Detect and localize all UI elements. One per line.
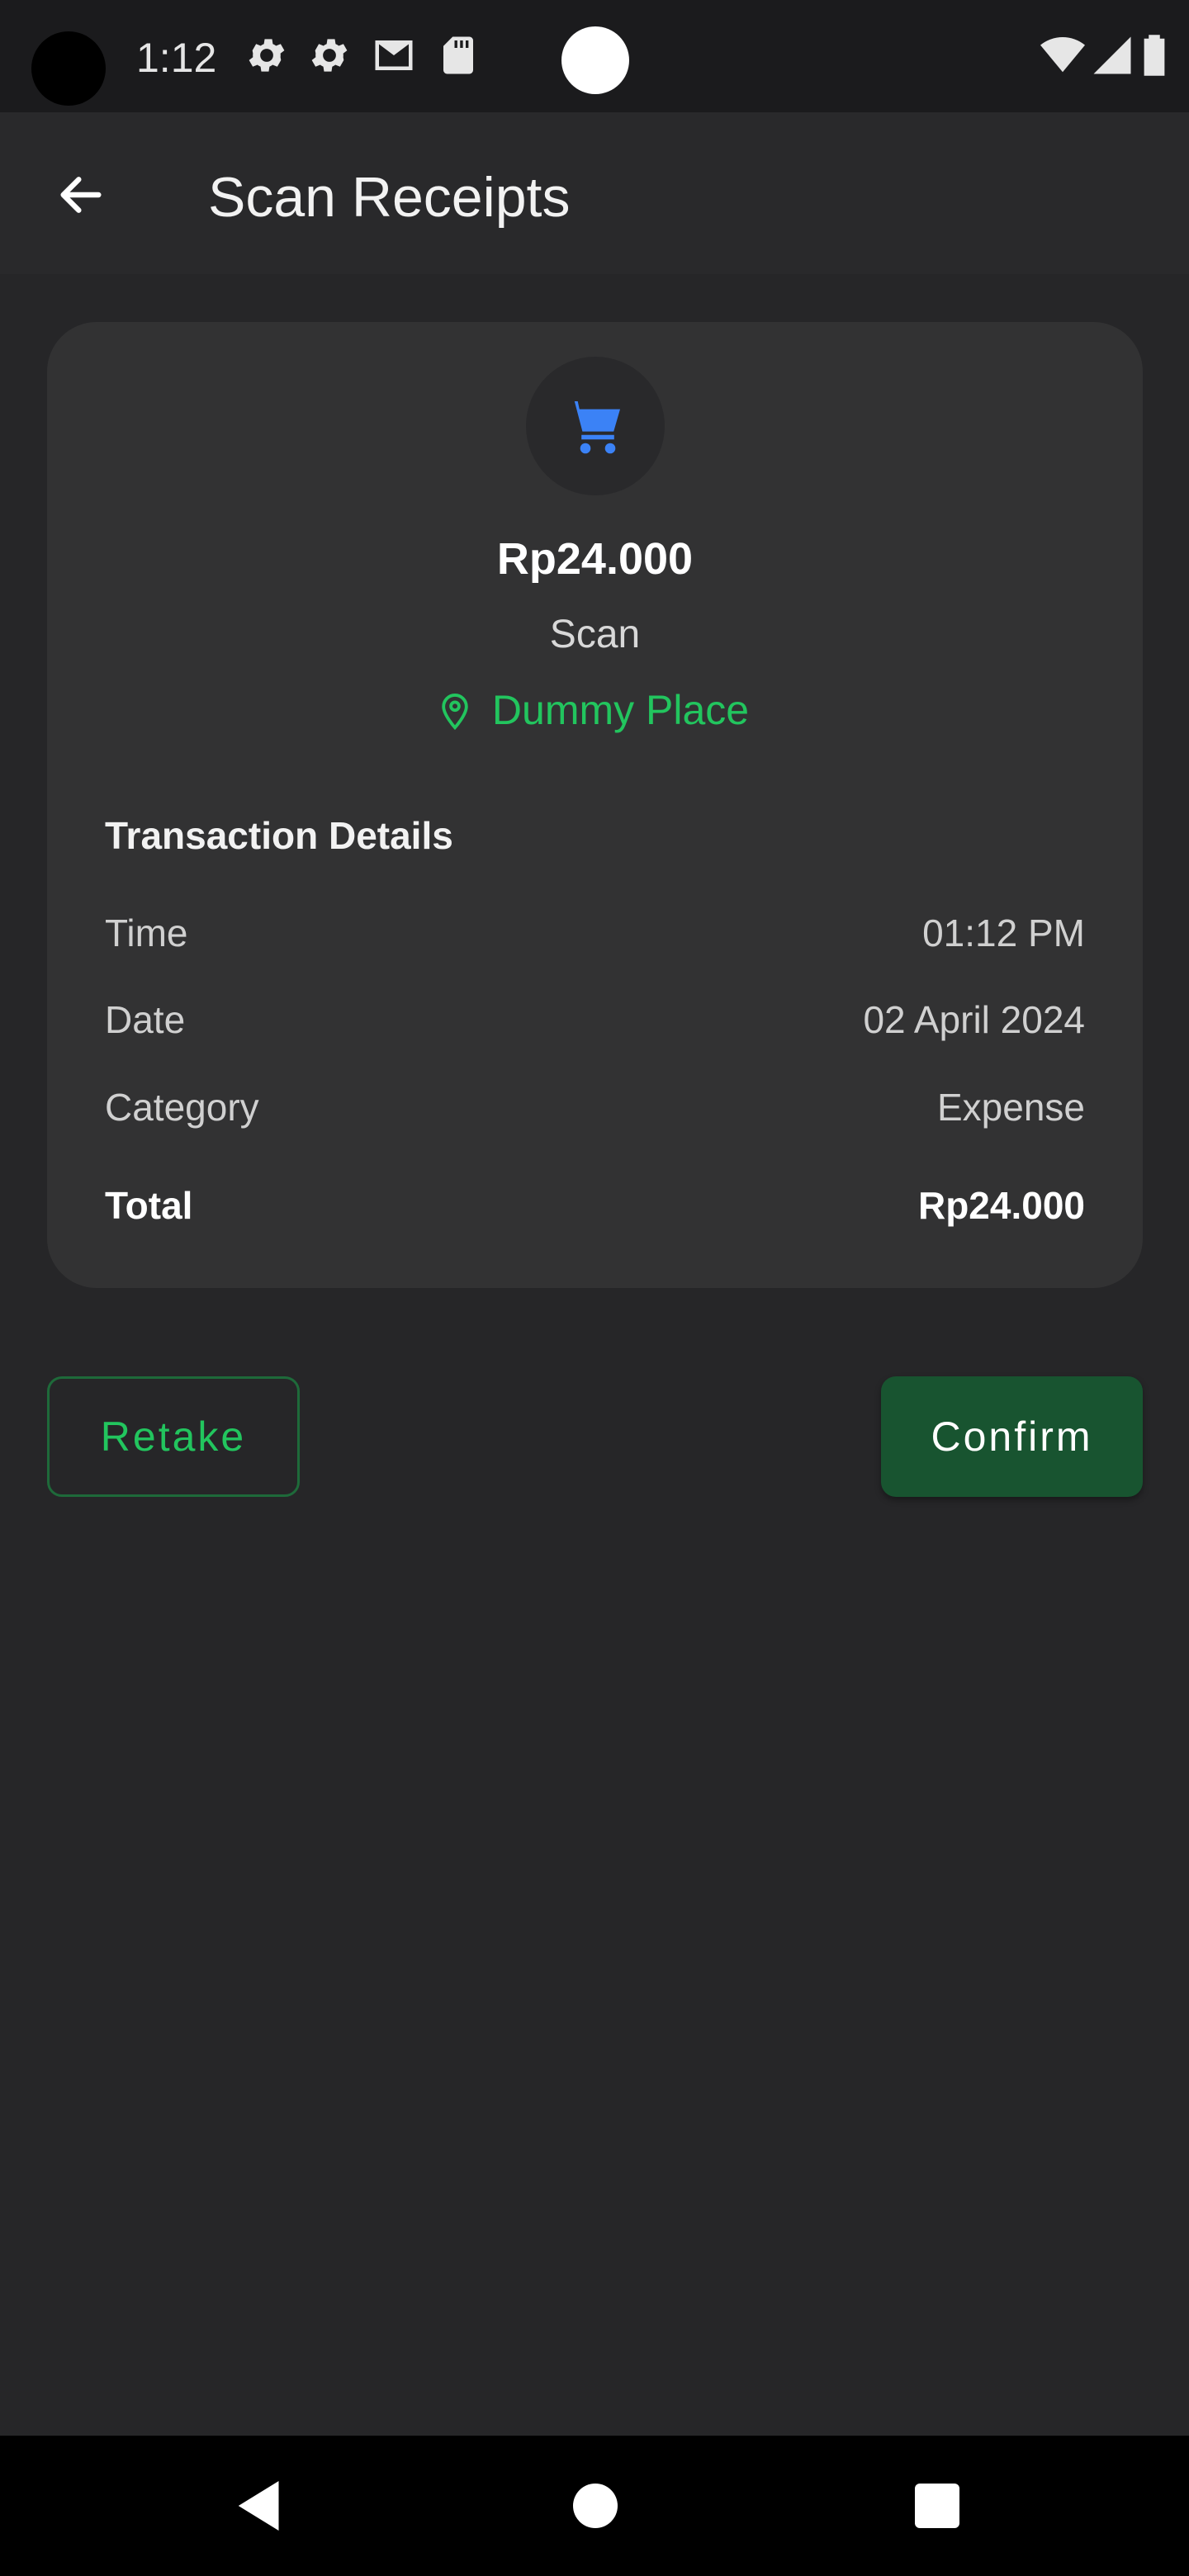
location-name: Dummy Place <box>491 687 750 733</box>
gear-icon <box>311 39 348 72</box>
status-time: 1:12 <box>136 35 217 81</box>
detail-row-time: Time 01:12 PM <box>105 908 1085 958</box>
detail-value: 02 April 2024 <box>863 998 1085 1041</box>
mail-icon <box>375 40 413 70</box>
retake-button[interactable]: Retake <box>47 1376 300 1497</box>
back-button[interactable] <box>48 162 114 228</box>
nav-back-icon[interactable] <box>223 2469 297 2543</box>
total-value: Rp24.000 <box>917 1184 1085 1227</box>
transaction-details-title: Transaction Details <box>105 814 453 857</box>
detail-value: Expense <box>936 1086 1085 1129</box>
signal-icon <box>1093 36 1131 74</box>
receipt-card: Rp24.000 Scan Dummy Place Transaction De… <box>47 322 1143 1288</box>
location-row: Dummy Place <box>47 684 1143 736</box>
category-avatar <box>526 357 665 495</box>
arrow-left-icon <box>60 177 102 213</box>
detail-label: Category <box>105 1086 259 1129</box>
gear-icon <box>249 39 285 72</box>
total-label: Total <box>105 1184 193 1227</box>
nav-home-icon[interactable] <box>573 2484 618 2528</box>
system-nav-bar <box>0 2436 1189 2576</box>
page-title: Scan Receipts <box>208 166 571 229</box>
wifi-icon <box>1040 37 1085 73</box>
shopping-cart-icon <box>566 401 620 454</box>
detail-row-date: Date 02 April 2024 <box>105 995 1085 1044</box>
receipt-amount: Rp24.000 <box>496 534 694 584</box>
detail-value: 01:12 PM <box>922 912 1085 954</box>
location-pin-icon <box>442 694 468 730</box>
status-bar: 1:12 <box>0 0 1189 112</box>
screen: 1:12 Scan Receipts Rp24.000 Scan Dummy P… <box>0 0 1189 2576</box>
app-bar: Scan Receipts <box>0 112 1189 274</box>
detail-label: Time <box>105 912 188 954</box>
detail-row-category: Category Expense <box>105 1082 1085 1132</box>
nav-recents-icon[interactable] <box>915 2484 959 2528</box>
camera-cutout <box>31 31 106 106</box>
detail-label: Date <box>105 998 186 1041</box>
detail-row-total: Total Rp24.000 <box>105 1181 1085 1230</box>
sd-card-icon <box>443 36 473 74</box>
confirm-button[interactable]: Confirm <box>881 1376 1143 1497</box>
front-camera <box>561 26 629 94</box>
receipt-source: Scan <box>549 613 641 656</box>
battery-icon <box>1144 35 1165 76</box>
